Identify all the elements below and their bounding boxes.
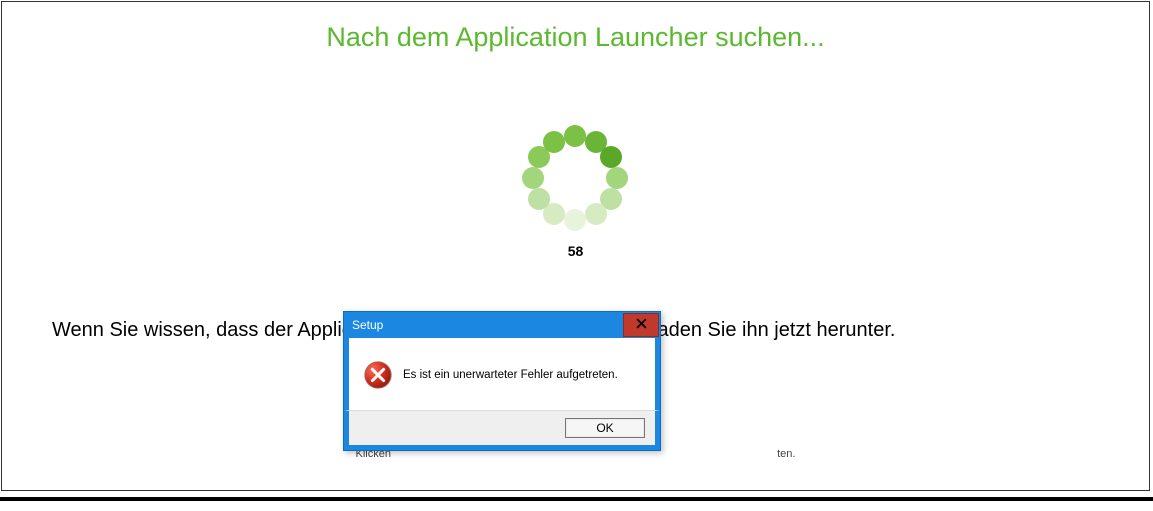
ok-button[interactable]: OK <box>565 418 645 438</box>
spinner-dot <box>600 146 622 168</box>
close-icon <box>636 318 647 332</box>
error-dialog: Setup Es ist ein unerwartet <box>343 311 661 451</box>
spinner-dot <box>543 131 565 153</box>
loading-spinner-icon <box>518 123 633 233</box>
page-title: Nach dem Application Launcher suchen... <box>2 22 1149 53</box>
spinner-dot <box>528 188 550 210</box>
spinner-dot <box>564 209 586 231</box>
dialog-footer: OK <box>344 410 660 450</box>
dialog-titlebar[interactable]: Setup <box>344 312 660 338</box>
close-button[interactable] <box>623 313 659 337</box>
dialog-message: Es ist ein unerwarteter Fehler aufgetret… <box>403 369 618 381</box>
spinner-dot <box>585 203 607 225</box>
spinner-dot <box>564 125 586 147</box>
spinner-area: 58 <box>2 123 1149 259</box>
dialog-body: Es ist ein unerwarteter Fehler aufgetret… <box>344 338 660 410</box>
spinner-dot <box>606 167 628 189</box>
progress-counter: 58 <box>2 243 1149 259</box>
dialog-title: Setup <box>352 318 383 332</box>
bottom-divider <box>0 497 1153 501</box>
error-icon <box>363 360 393 390</box>
footer-hint-right: ten. <box>777 448 795 460</box>
spinner-dot <box>522 167 544 189</box>
